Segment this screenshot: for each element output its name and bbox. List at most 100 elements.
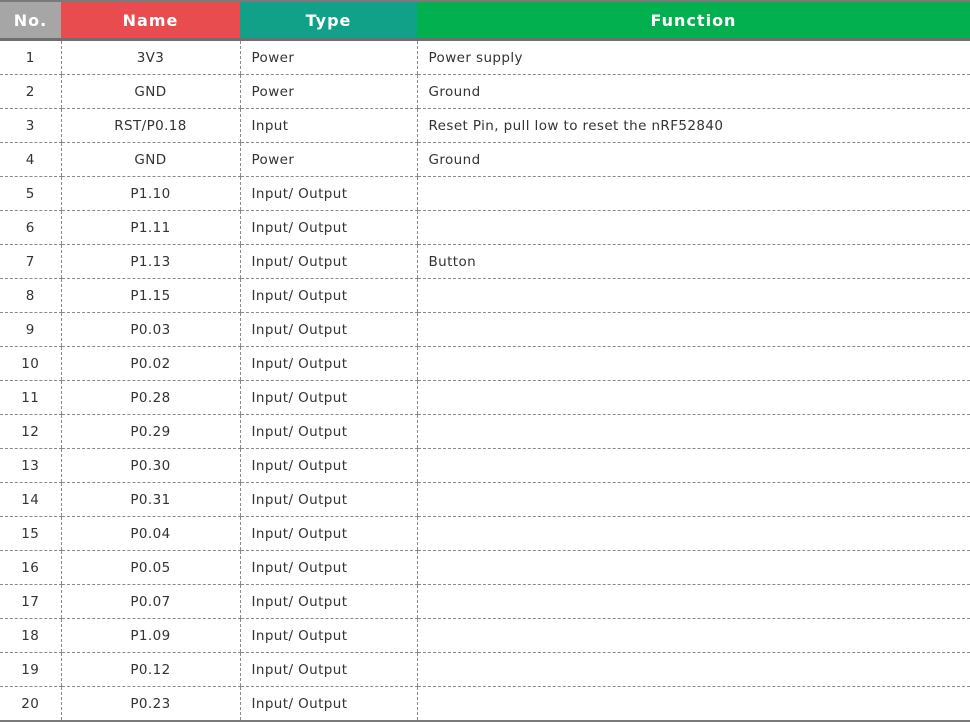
cell-no: 9 — [0, 312, 61, 347]
cell-function — [416, 618, 970, 653]
table-row: 12 P0.29 Input/ Output — [0, 414, 970, 449]
cell-no: 11 — [0, 380, 61, 415]
table-row: 1 3V3 Power Power supply — [0, 39, 970, 75]
cell-no: 14 — [0, 482, 61, 517]
cell-no: 13 — [0, 448, 61, 483]
cell-type: Input/ Output — [239, 176, 417, 211]
cell-function — [416, 516, 970, 551]
cell-function — [416, 278, 970, 313]
table-row: 7 P1.13 Input/ Output Button — [0, 244, 970, 279]
cell-type: Power — [239, 142, 417, 177]
table-row: 3 RST/P0.18 Input Reset Pin, pull low to re… — [0, 108, 970, 143]
table-row: 13 P0.30 Input/ Output — [0, 448, 970, 483]
cell-no: 18 — [0, 618, 61, 653]
cell-name: P0.12 — [60, 652, 240, 687]
cell-type: Input/ Output — [239, 244, 417, 279]
header-no: No. — [0, 1, 61, 41]
cell-no: 4 — [0, 142, 61, 177]
cell-no: 20 — [21, 695, 40, 712]
cell-name: P1.09 — [60, 618, 240, 653]
table-row: 20 P0.23 Input/ Output — [0, 686, 970, 721]
cell-type: Input/ Output — [239, 380, 417, 415]
cell-name: RST/P0.18 — [60, 108, 240, 143]
cell-name: GND — [60, 74, 240, 109]
cell-type: Input/ Output — [239, 618, 417, 653]
cell-no: 12 — [0, 414, 61, 449]
table-row: 18 P1.09 Input/ Output — [0, 618, 970, 653]
cell-type: Input/ Output — [239, 414, 417, 449]
cell-function: Power supply — [416, 39, 970, 75]
cell-no: 19 — [0, 652, 61, 687]
header-function: Function — [417, 1, 970, 41]
cell-no: 15 — [0, 516, 61, 551]
cell-type: Input/ Output — [239, 516, 417, 551]
table-row: 2 GND Power Ground — [0, 74, 970, 109]
cell-name: 3V3 — [60, 39, 240, 75]
cell-name: P0.29 — [60, 414, 240, 449]
cell-name: P1.11 — [60, 210, 240, 245]
cell-name: P0.05 — [60, 550, 240, 585]
cell-no: 10 — [0, 346, 61, 381]
table-header: No. Name Type Function — [0, 1, 970, 41]
table-row: 11 P0.28 Input/ Output — [0, 380, 970, 415]
cell-function — [416, 346, 970, 381]
cell-type: Input/ Output — [239, 278, 417, 313]
table-body: 1 3V3 Power Power supply 2 GND Power Ground 3 RST… — [0, 39, 970, 721]
cell-function — [416, 686, 970, 721]
cell-function — [416, 210, 970, 245]
table-row: 9 P0.03 Input/ Output — [0, 312, 970, 347]
cell-function — [416, 652, 970, 687]
cell-no: 6 — [0, 210, 61, 245]
cell-name: P1.10 — [60, 176, 240, 211]
cell-type: Input/ Output — [239, 312, 417, 347]
cell-type: Input — [239, 108, 417, 143]
pin-table: No. Name Type Function 1 3V3 Power Power su… — [0, 0, 970, 722]
table-row: 5 P1.10 Input/ Output — [0, 176, 970, 211]
cell-no: 3 — [0, 108, 61, 143]
cell-no: 16 — [0, 550, 61, 585]
table-row: 4 GND Power Ground — [0, 142, 970, 177]
cell-no: 17 — [0, 584, 61, 619]
cell-function — [416, 448, 970, 483]
cell-function — [416, 414, 970, 449]
cell-name: P0.31 — [60, 482, 240, 517]
cell-name: P0.30 — [60, 448, 240, 483]
cell-name: P0.07 — [60, 584, 240, 619]
cell-type: Input/ Output — [239, 210, 417, 245]
cell-type: Input/ Output — [239, 550, 417, 585]
cell-type: Input/ Output — [239, 686, 417, 721]
cell-no: 2 — [0, 74, 61, 109]
cell-function: Ground — [416, 74, 970, 109]
cell-function: Ground — [416, 142, 970, 177]
cell-function — [416, 584, 970, 619]
cell-type: Input/ Output — [239, 448, 417, 483]
cell-name: P1.15 — [60, 278, 240, 313]
cell-no: 7 — [0, 244, 61, 279]
table-row: 10 P0.02 Input/ Output — [0, 346, 970, 381]
cell-function — [416, 550, 970, 585]
cell-name: P0.03 — [60, 312, 240, 347]
cell-name: P0.28 — [60, 380, 240, 415]
cell-type: Power — [239, 39, 417, 75]
table-row: 15 P0.04 Input/ Output — [0, 516, 970, 551]
cell-name: P0.02 — [60, 346, 240, 381]
cell-type: Input/ Output — [239, 346, 417, 381]
cell-no: 8 — [0, 278, 61, 313]
cell-function — [416, 380, 970, 415]
cell-no: 1 — [0, 39, 61, 75]
table-row: 14 P0.31 Input/ Output — [0, 482, 970, 517]
header-type: Type — [240, 1, 417, 41]
cell-no: 5 — [0, 176, 61, 211]
cell-name: P0.04 — [60, 516, 240, 551]
table-row: 8 P1.15 Input/ Output — [0, 278, 970, 313]
cell-function: Button — [416, 244, 970, 279]
table-row: 16 P0.05 Input/ Output — [0, 550, 970, 585]
table-row: 19 P0.12 Input/ Output — [0, 652, 970, 687]
table-row: 17 P0.07 Input/ Output — [0, 584, 970, 619]
cell-type: Input/ Output — [239, 584, 417, 619]
cell-name: P0.23 — [60, 686, 240, 721]
cell-function: Reset Pin, pull low to reset the nRF5284… — [416, 108, 970, 143]
cell-function — [416, 176, 970, 211]
cell-name: P1.13 — [60, 244, 240, 279]
cell-function — [416, 312, 970, 347]
